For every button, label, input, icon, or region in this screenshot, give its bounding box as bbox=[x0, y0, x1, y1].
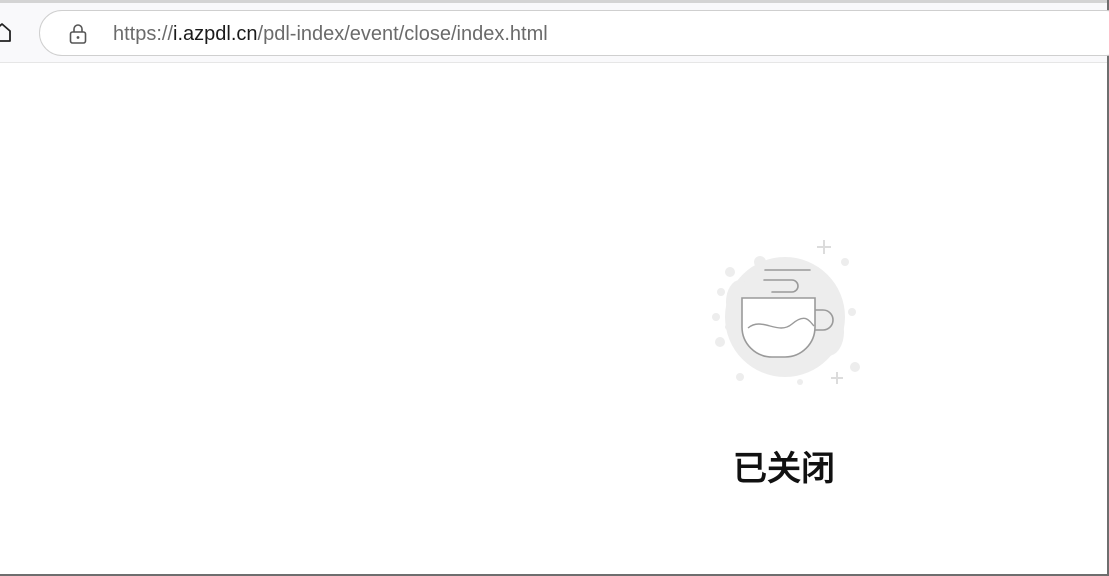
lock-icon bbox=[69, 24, 87, 44]
site-info-button[interactable] bbox=[67, 22, 89, 46]
url-protocol: https:// bbox=[113, 23, 174, 45]
closed-illustration bbox=[700, 232, 870, 392]
url-path: /pdl-index/event/close/index.html bbox=[257, 23, 548, 45]
browser-window: https://i.azpdl.cn/pdl-index/event/close… bbox=[0, 0, 1109, 576]
address-bar[interactable]: https://i.azpdl.cn/pdl-index/event/close… bbox=[39, 10, 1109, 56]
url-text[interactable]: https://i.azpdl.cn/pdl-index/event/close… bbox=[113, 23, 548, 45]
url-domain: i.azpdl.cn bbox=[173, 23, 258, 45]
coffee-cup-icon bbox=[712, 240, 860, 385]
browser-toolbar: https://i.azpdl.cn/pdl-index/event/close… bbox=[0, 0, 1109, 63]
home-button[interactable] bbox=[0, 21, 12, 43]
status-title: 已关闭 bbox=[733, 449, 835, 489]
home-icon bbox=[0, 23, 11, 42]
page-content: 已关闭 bbox=[0, 64, 1107, 574]
